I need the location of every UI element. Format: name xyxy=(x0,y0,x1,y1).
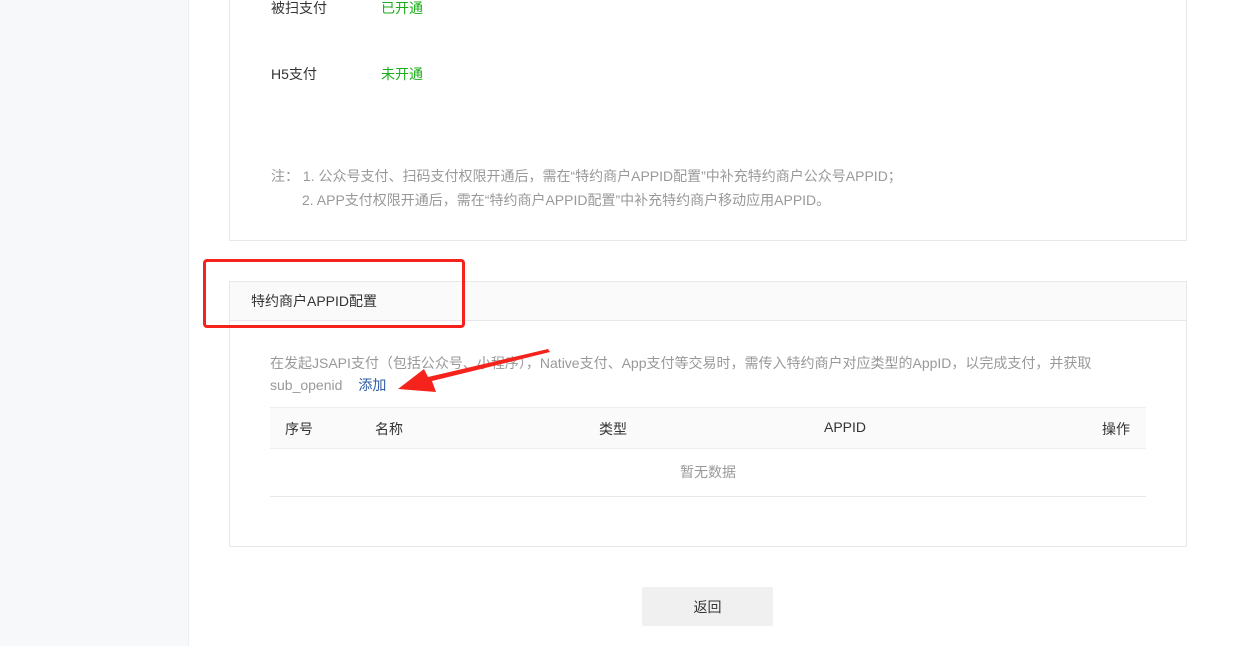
payment-permissions-card: 被扫支付 已开通 H5支付 未开通 注： 1. 公众号支付、扫码支付权限开通后，… xyxy=(229,0,1187,241)
col-actions: 操作 xyxy=(1102,421,1130,437)
table-header: 序号 名称 类型 APPID 操作 xyxy=(270,407,1146,449)
note-line: 2. APP支付权限开通后，需在“特约商户APPID配置”中补充特约商户移动应用… xyxy=(302,192,831,208)
permission-name: 被扫支付 xyxy=(271,0,327,16)
permission-row: H5支付 未开通 xyxy=(271,64,423,84)
empty-state: 暂无数据 xyxy=(270,449,1146,497)
sidebar xyxy=(0,0,189,646)
appid-table: 序号 名称 类型 APPID 操作 暂无数据 xyxy=(270,407,1146,497)
annotation-arrow-icon xyxy=(398,349,550,392)
note-line: 注： 1. 公众号支付、扫码支付权限开通后，需在“特约商户APPID配置”中补充… xyxy=(271,168,902,184)
add-link[interactable]: 添加 xyxy=(358,377,386,393)
col-appid: APPID xyxy=(824,419,867,435)
col-type: 类型 xyxy=(599,421,627,437)
permission-name: H5支付 xyxy=(271,66,317,82)
permission-status: 已开通 xyxy=(381,0,423,16)
note: 注： 1. 公众号支付、扫码支付权限开通后，需在“特约商户APPID配置”中补充… xyxy=(271,164,902,212)
col-index: 序号 xyxy=(285,421,313,437)
highlight-box xyxy=(203,259,465,328)
col-name: 名称 xyxy=(375,421,403,437)
back-button[interactable]: 返回 xyxy=(642,587,773,626)
permission-row: 被扫支付 已开通 xyxy=(271,0,423,18)
permission-status: 未开通 xyxy=(381,66,423,82)
